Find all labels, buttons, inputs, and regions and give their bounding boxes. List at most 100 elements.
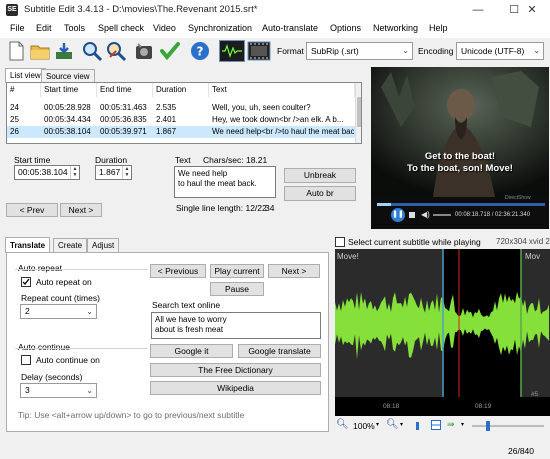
spectrogram-icon[interactable]: [431, 420, 441, 430]
stop-icon[interactable]: [409, 212, 415, 218]
select-while-playing-checkbox[interactable]: [335, 237, 345, 247]
format-select[interactable]: SubRip (.srt) ⌄: [306, 42, 413, 60]
close-button[interactable]: ✕: [514, 0, 550, 20]
menu-auto-translate[interactable]: Auto-translate: [262, 23, 318, 33]
encoding-label: Encoding: [418, 46, 454, 56]
table-row[interactable]: 25 00:05:34.434 00:05:36.835 2.401 Hey, …: [7, 114, 355, 126]
encoding-select[interactable]: Unicode (UTF-8) ⌄: [456, 42, 544, 60]
duration-spinner[interactable]: ▲ ▼: [122, 166, 131, 179]
pause-button[interactable]: Pause: [210, 282, 264, 296]
auto-repeat-checkbox[interactable]: [21, 277, 31, 287]
pause-icon[interactable]: ❚❚: [391, 208, 405, 222]
column-header-end-time[interactable]: End time: [97, 83, 153, 97]
row-start-time: 00:05:28.928: [44, 103, 91, 112]
unbreak-button[interactable]: Unbreak: [284, 168, 356, 183]
duration-input[interactable]: 1.867 ▲ ▼: [95, 165, 132, 180]
replace-icon[interactable]: [105, 40, 127, 62]
duration-value: 1.867: [99, 167, 121, 177]
menu-tools[interactable]: Tools: [64, 23, 85, 33]
play-selection-icon[interactable]: ⇛: [447, 419, 455, 430]
single-line-length: Single line length: 12/22: [176, 203, 267, 213]
tab-create[interactable]: Create: [53, 238, 88, 252]
subtitle-text-input[interactable]: We need help to haul the meat back.: [174, 166, 276, 198]
column-header-start-time[interactable]: Start time: [41, 83, 97, 97]
menu-help[interactable]: Help: [429, 23, 448, 33]
chevron-down-icon[interactable]: ▾: [461, 421, 464, 428]
google-translate-button[interactable]: Google translate: [238, 344, 321, 358]
video-icon[interactable]: [247, 40, 271, 62]
tab-translate[interactable]: Translate: [5, 237, 51, 253]
menu-file[interactable]: File: [10, 23, 25, 33]
search-icon[interactable]: [81, 40, 103, 62]
google-it-button[interactable]: Google it: [150, 344, 233, 358]
fix-common-errors-icon[interactable]: [133, 40, 155, 62]
scrollbar-thumb[interactable]: [357, 97, 361, 127]
menu-video[interactable]: Video: [153, 23, 176, 33]
new-file-icon[interactable]: [5, 40, 27, 62]
column-header-text[interactable]: Text: [209, 83, 355, 97]
menu-options[interactable]: Options: [330, 23, 361, 33]
vertical-zoom-icon[interactable]: [416, 422, 419, 430]
auto-continue-checkbox[interactable]: [21, 355, 31, 365]
table-row[interactable]: 24 00:05:28.928 00:05:31.463 2.535 Well,…: [7, 102, 355, 114]
menu-networking[interactable]: Networking: [373, 23, 418, 33]
row-duration: 2.535: [156, 103, 177, 112]
next-button[interactable]: Next >: [60, 203, 102, 217]
next-subtitle-button[interactable]: Next >: [268, 264, 320, 278]
tab-source-view[interactable]: Source view: [41, 69, 95, 83]
start-time-input[interactable]: 00:05:38.104 ▲ ▼: [14, 165, 80, 180]
tab-adjust[interactable]: Adjust: [87, 238, 120, 252]
row-duration: 2.401: [156, 115, 177, 124]
row-text: Hey, we took down<br />an elk. A b...: [212, 115, 344, 124]
spell-check-icon[interactable]: [159, 40, 181, 62]
menu-synchronization[interactable]: Synchronization: [188, 23, 252, 33]
subtitle-list[interactable]: # Start time End time Duration Text 24 0…: [6, 82, 362, 144]
free-dictionary-button[interactable]: The Free Dictionary: [150, 363, 321, 377]
video-subtitle-line-1: Get to the boat!: [424, 151, 496, 162]
list-scrollbar[interactable]: [355, 83, 361, 143]
help-icon[interactable]: ?: [189, 40, 211, 62]
chevron-down-icon: ⌄: [86, 307, 93, 316]
zoom-out-icon[interactable]: 🔍︎: [336, 419, 349, 430]
column-header-duration[interactable]: Duration: [153, 83, 209, 97]
table-row-selected[interactable]: 26 00:05:38.104 00:05:39.971 1.867 We ne…: [7, 126, 355, 138]
start-time-spinner[interactable]: ▲ ▼: [70, 166, 79, 179]
subtitle-text-line-1: We need help: [178, 169, 228, 178]
video-player[interactable]: Get to the boat! To the boat, son! Move!…: [371, 67, 549, 229]
waveform-position-slider[interactable]: [472, 421, 544, 431]
column-header-number[interactable]: #: [7, 83, 41, 97]
prev-button[interactable]: < Prev: [6, 203, 58, 217]
chevron-down-icon: ⌄: [402, 46, 409, 55]
checkmark-icon: [22, 278, 30, 285]
minimize-button[interactable]: —: [460, 0, 496, 20]
volume-slider[interactable]: [433, 214, 451, 216]
chevron-down-icon[interactable]: ▾: [376, 421, 379, 428]
play-current-button[interactable]: Play current: [210, 264, 264, 278]
menu-spell-check[interactable]: Spell check: [98, 23, 144, 33]
search-text-input[interactable]: All we have to worry about is fresh meat: [151, 312, 321, 339]
auto-br-button[interactable]: Auto br: [284, 186, 356, 201]
open-folder-icon[interactable]: [29, 40, 51, 62]
volume-icon[interactable]: ◀): [421, 210, 430, 219]
previous-button[interactable]: < Previous: [150, 264, 206, 278]
delay-select[interactable]: 3 ⌄: [20, 383, 97, 398]
slider-thumb[interactable]: [486, 421, 490, 431]
waveform-canvas: [335, 249, 550, 416]
waveform-icon[interactable]: [219, 40, 245, 62]
waveform-panel[interactable]: Move! Mov 08:18 08:19 #5: [335, 249, 550, 416]
chevron-down-icon[interactable]: ▾: [400, 421, 403, 428]
zoom-in-icon[interactable]: 🔍︎: [386, 419, 399, 430]
video-progress-bar[interactable]: [377, 203, 545, 206]
start-time-label: Start time: [14, 155, 51, 165]
menu-edit[interactable]: Edit: [36, 23, 52, 33]
delay-value: 3: [25, 385, 30, 395]
repeat-count-select[interactable]: 2 ⌄: [20, 304, 97, 319]
group-divider: [15, 269, 148, 270]
save-icon[interactable]: [53, 40, 75, 62]
row-end-time: 00:05:39.971: [100, 127, 147, 136]
tab-list-view[interactable]: List view: [5, 68, 46, 83]
group-divider: [15, 348, 148, 349]
wikipedia-button[interactable]: Wikipedia: [150, 381, 321, 395]
format-select-value: SubRip (.srt): [311, 46, 359, 56]
waveform-tag: #5: [531, 391, 539, 398]
